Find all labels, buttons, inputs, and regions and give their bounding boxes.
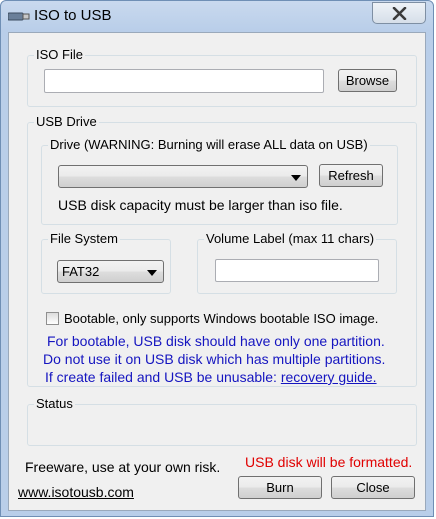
file-system-legend: File System xyxy=(48,231,120,246)
browse-button[interactable]: Browse xyxy=(338,69,397,92)
capacity-note: USB disk capacity must be larger than is… xyxy=(58,197,343,213)
bootable-checkbox[interactable] xyxy=(46,312,59,325)
chevron-down-icon xyxy=(291,175,301,181)
close-button[interactable]: Close xyxy=(331,476,415,499)
title-bar[interactable]: ISO to USB xyxy=(1,1,433,32)
bootable-note-1: For bootable, USB disk should have only … xyxy=(47,333,385,349)
status-group: Status xyxy=(27,396,417,446)
usb-drive-icon xyxy=(8,12,30,21)
file-system-value: FAT32 xyxy=(62,264,100,279)
drive-select[interactable] xyxy=(58,165,308,188)
burn-button[interactable]: Burn xyxy=(238,476,322,499)
refresh-button[interactable]: Refresh xyxy=(319,164,383,187)
volume-label-input[interactable] xyxy=(215,259,379,282)
volume-label-legend: Volume Label (max 11 chars) xyxy=(204,231,377,246)
recovery-guide-link[interactable]: recovery guide. xyxy=(281,369,377,385)
file-system-select[interactable]: FAT32 xyxy=(57,260,164,283)
iso-file-legend: ISO File xyxy=(34,47,85,62)
iso-path-input[interactable] xyxy=(44,69,324,93)
bootable-label[interactable]: Bootable, only supports Windows bootable… xyxy=(64,311,378,326)
main-window: ISO to USB ISO File Browse USB Drive Dri… xyxy=(0,0,434,517)
close-icon xyxy=(392,7,407,20)
website-link[interactable]: www.isotousb.com xyxy=(18,484,134,500)
format-warning: USB disk will be formatted. xyxy=(245,454,413,470)
bootable-note-2: Do not use it on USB disk which has mult… xyxy=(43,351,386,367)
recovery-note: If create failed and USB be unusable: re… xyxy=(45,369,377,385)
status-legend: Status xyxy=(34,396,75,411)
drive-legend: Drive (WARNING: Burning will erase ALL d… xyxy=(48,137,370,152)
usb-drive-legend: USB Drive xyxy=(34,114,99,129)
recovery-prefix: If create failed and USB be unusable: xyxy=(45,369,281,385)
window-title: ISO to USB xyxy=(34,7,112,24)
chevron-down-icon xyxy=(147,270,157,276)
freeware-text: Freeware, use at your own risk. xyxy=(25,459,221,475)
window-close-button[interactable] xyxy=(372,2,426,24)
client-area: ISO File Browse USB Drive Drive (WARNING… xyxy=(8,32,426,511)
